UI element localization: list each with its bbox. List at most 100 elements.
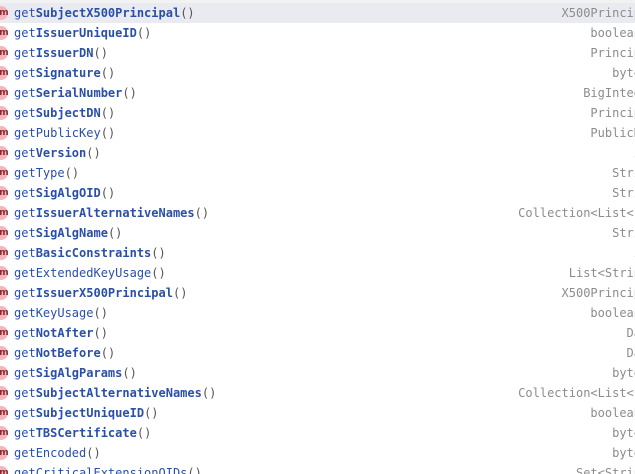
completion-item-name: getVersion() bbox=[14, 146, 101, 160]
method-name: Type bbox=[35, 166, 65, 180]
matched-prefix: get bbox=[14, 6, 36, 20]
method-params: () bbox=[136, 426, 152, 440]
return-type: PublicK bbox=[590, 126, 635, 140]
completion-item-name: getSerialNumber() bbox=[14, 86, 137, 100]
method-params: () bbox=[100, 66, 116, 80]
method-icon-letter: m bbox=[0, 288, 9, 298]
completion-item-name: getSigAlgName() bbox=[14, 226, 122, 240]
method-name: ExtendedKeyUsage bbox=[35, 266, 152, 280]
completion-item[interactable]: mgetEncoded()byte bbox=[0, 443, 635, 463]
completion-item-name: getSubjectX500Principal() bbox=[14, 6, 195, 20]
completion-item-name: getSignature() bbox=[14, 66, 115, 80]
method-params: () bbox=[187, 466, 202, 474]
matched-prefix: get bbox=[14, 126, 36, 140]
matched-prefix: get bbox=[14, 246, 36, 260]
completion-item[interactable]: m getSubjectAlternativeNames() Collection<… bbox=[0, 383, 635, 403]
completion-item-name: getSigAlgParams() bbox=[14, 366, 137, 380]
completion-item-name: getExtendedKeyUsage() bbox=[14, 266, 166, 280]
completion-item-name: getPublicKey() bbox=[14, 126, 115, 140]
method-icon-letter: m bbox=[0, 408, 9, 418]
return-type: Set<Strin bbox=[575, 466, 635, 474]
completion-item[interactable]: mgetBasicConstraints()i bbox=[0, 243, 635, 263]
method-params: () bbox=[144, 406, 159, 420]
method-params: () bbox=[86, 146, 101, 160]
completion-item-name: getNotBefore() bbox=[14, 346, 115, 360]
method-icon: m bbox=[0, 86, 9, 100]
method-icon: m bbox=[0, 246, 9, 260]
completion-item-name: getIssuerUniqueID() bbox=[14, 26, 151, 40]
completion-item[interactable]: mgetSigAlgOID()Stri bbox=[0, 183, 635, 203]
method-name: IssuerDN bbox=[35, 46, 94, 60]
completion-item[interactable]: m getSubjectX500Principal() X500Princip bbox=[0, 3, 635, 23]
method-name: CriticalExtensionOIDs bbox=[35, 466, 188, 474]
return-type: X500Princip bbox=[561, 6, 635, 20]
method-icon-letter: m bbox=[0, 8, 9, 18]
return-type: Princip bbox=[590, 106, 635, 120]
completion-item-name: getKeyUsage() bbox=[14, 306, 108, 320]
completion-item[interactable]: mgetSerialNumber()BigInteg bbox=[0, 83, 635, 103]
return-type: boolean bbox=[590, 26, 635, 40]
matched-prefix: get bbox=[14, 206, 36, 220]
return-type: Princip bbox=[590, 46, 635, 60]
completion-item[interactable]: m getCriticalExtensionOIDs() Set<Strin bbox=[0, 463, 635, 474]
completion-item-name: getIssuerDN() bbox=[14, 46, 108, 60]
method-icon: m bbox=[0, 46, 9, 60]
completion-item[interactable]: mgetNotAfter()Da bbox=[0, 323, 635, 343]
completion-item[interactable]: mgetSubjectDN()Princip bbox=[0, 103, 635, 123]
completion-item[interactable]: mgetSigAlgName()Stri bbox=[0, 223, 635, 243]
completion-item-name: getSubjectUniqueID() bbox=[14, 406, 159, 420]
completion-item[interactable]: mgetType()Stri bbox=[0, 163, 635, 183]
matched-prefix: get bbox=[14, 186, 36, 200]
matched-prefix: get bbox=[14, 106, 36, 120]
method-icon-letter: m bbox=[0, 168, 9, 178]
method-params: () bbox=[100, 126, 116, 140]
method-icon-letter: m bbox=[0, 428, 9, 438]
method-params: () bbox=[136, 26, 152, 40]
completion-item[interactable]: mgetKeyUsage()boolean bbox=[0, 303, 635, 323]
method-name: SubjectAlternativeNames bbox=[35, 386, 202, 400]
method-params: () bbox=[151, 246, 166, 260]
method-icon: m bbox=[0, 146, 9, 160]
completion-item[interactable]: mgetSignature()byte bbox=[0, 63, 635, 83]
method-icon: m bbox=[0, 346, 9, 360]
return-type: byte bbox=[612, 426, 635, 440]
matched-prefix: get bbox=[14, 306, 36, 320]
method-icon-letter: m bbox=[0, 68, 9, 78]
completion-item[interactable]: mgetPublicKey()PublicK bbox=[0, 123, 635, 143]
completion-item[interactable]: m getExtendedKeyUsage() List<Strin bbox=[0, 263, 635, 283]
method-params: () bbox=[86, 446, 101, 460]
completion-item[interactable]: m getIssuerAlternativeNames() Collection<L… bbox=[0, 203, 635, 223]
method-name: Encoded bbox=[35, 446, 87, 460]
completion-item[interactable]: mgetSubjectUniqueID()boolean bbox=[0, 403, 635, 423]
method-icon-letter: m bbox=[0, 88, 9, 98]
method-name: SigAlgOID bbox=[35, 186, 101, 200]
completion-item[interactable]: mgetVersion()i bbox=[0, 143, 635, 163]
method-icon-letter: m bbox=[0, 368, 9, 378]
return-type: byte bbox=[612, 366, 635, 380]
method-icon-letter: m bbox=[0, 468, 9, 474]
completion-item-name: getEncoded() bbox=[14, 446, 101, 460]
method-icon-letter: m bbox=[0, 268, 9, 278]
completion-item[interactable]: m getIssuerDN() Princip bbox=[0, 43, 635, 63]
method-icon-letter: m bbox=[0, 188, 9, 198]
method-icon: m bbox=[0, 206, 9, 220]
completion-item[interactable]: mgetNotBefore()Da bbox=[0, 343, 635, 363]
method-icon: m bbox=[0, 6, 9, 20]
completion-item[interactable]: m getSigAlgParams() byte bbox=[0, 363, 635, 383]
method-params: () bbox=[122, 86, 137, 100]
completion-item[interactable]: mgetIssuerUniqueID()boolean bbox=[0, 23, 635, 43]
method-params: () bbox=[100, 186, 116, 200]
method-params: () bbox=[151, 266, 166, 280]
method-name: SerialNumber bbox=[35, 86, 123, 100]
return-type: List<Strin bbox=[568, 266, 635, 280]
method-name: TBSCertificate bbox=[35, 426, 137, 440]
method-params: () bbox=[100, 346, 116, 360]
matched-prefix: get bbox=[14, 266, 36, 280]
completion-item[interactable]: mgetTBSCertificate()byte bbox=[0, 423, 635, 443]
method-name: SubjectX500Principal bbox=[35, 6, 181, 20]
matched-prefix: get bbox=[14, 326, 36, 340]
method-params: () bbox=[107, 226, 123, 240]
matched-prefix: get bbox=[14, 346, 36, 360]
method-icon-letter: m bbox=[0, 328, 9, 338]
completion-item[interactable]: m getIssuerX500Principal() X500Princip bbox=[0, 283, 635, 303]
